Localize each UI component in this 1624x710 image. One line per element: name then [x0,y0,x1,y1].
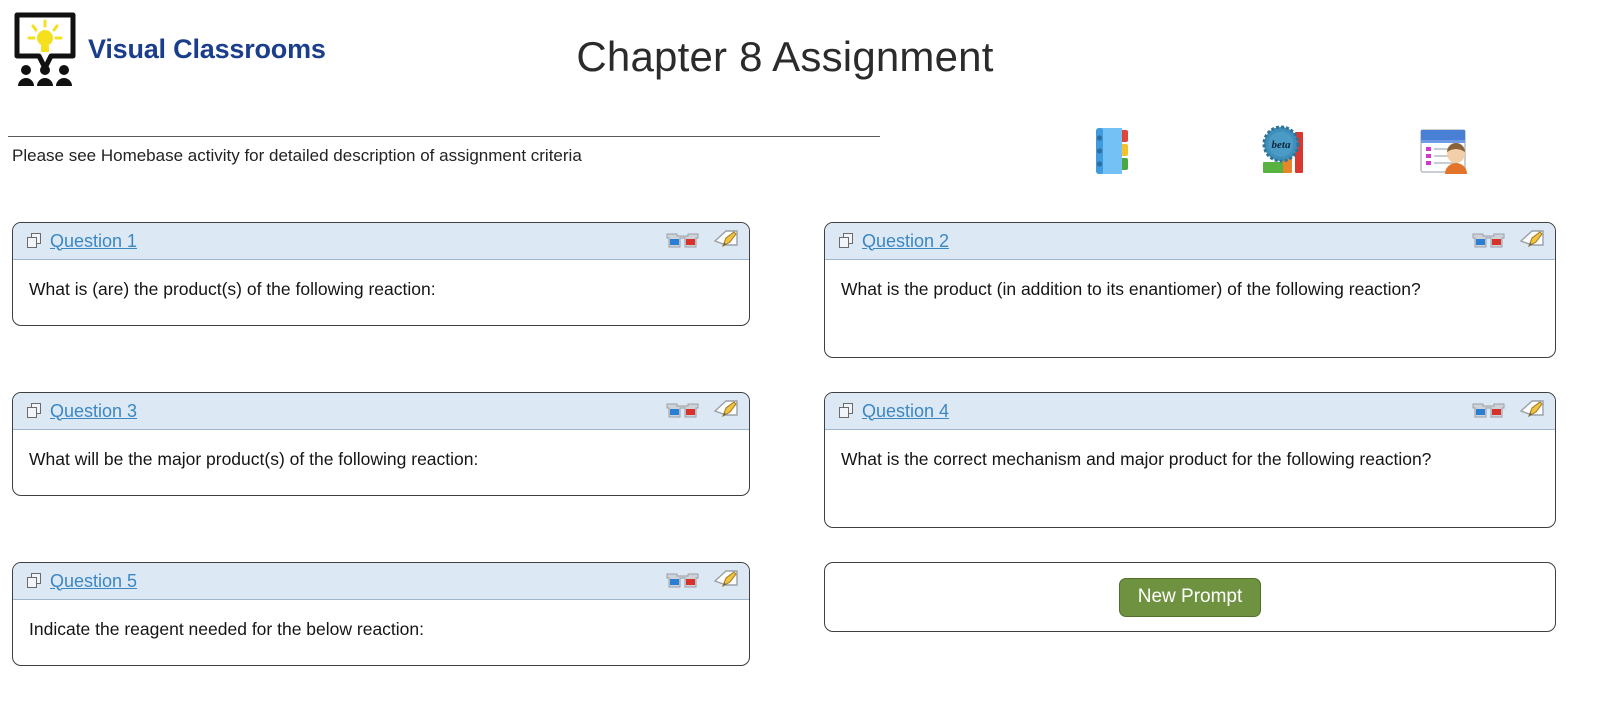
3d-glasses-icon[interactable] [666,231,699,251]
pencil-edit-icon[interactable] [1519,399,1545,423]
new-prompt-panel: New Prompt [824,562,1556,632]
assignment-subtitle: Please see Homebase activity for detaile… [12,146,582,165]
roster-person-icon[interactable] [1415,122,1475,184]
page-header: Visual Classrooms Chapter 8 Assignment [0,0,1624,120]
question-card-header: Question 3 [13,393,749,430]
question-card-actions [666,563,739,599]
question-text: What is the product (in addition to its … [841,279,1421,299]
page-title: Chapter 8 Assignment [576,33,994,80]
question-link[interactable]: Question 2 [862,231,949,252]
question-card-actions [1472,223,1545,259]
copy-icon[interactable] [839,233,854,249]
question-text: What is the correct mechanism and major … [841,449,1432,469]
question-card-header: Question 4 [825,393,1555,430]
question-card-header: Question 2 [825,223,1555,260]
pencil-edit-icon[interactable] [713,229,739,253]
copy-icon[interactable] [839,403,854,419]
question-link[interactable]: Question 3 [50,401,137,422]
header-divider [8,136,880,137]
question-card-header: Question 5 [13,563,749,600]
pencil-edit-icon[interactable] [1519,229,1545,253]
question-text: What is (are) the product(s) of the foll… [29,279,436,299]
question-text: Indicate the reagent needed for the belo… [29,619,424,639]
question-link[interactable]: Question 4 [862,401,949,422]
question-card-actions [666,393,739,429]
question-card[interactable]: Question 5 Indicate the reagent needed f… [12,562,750,666]
notebook-tabs-icon[interactable] [1088,122,1148,184]
question-card-header: Question 1 [13,223,749,260]
beta-chart-badge-icon[interactable]: beta [1255,122,1315,184]
pencil-edit-icon[interactable] [713,569,739,593]
question-card[interactable]: Question 2 What is the product (in addit… [824,222,1556,358]
toolbar: beta [1080,122,1550,192]
question-link[interactable]: Question 5 [50,571,137,592]
pencil-edit-icon[interactable] [713,399,739,423]
question-card[interactable]: Question 3 What will be the major produc… [12,392,750,496]
question-link[interactable]: Question 1 [50,231,137,252]
svg-text:beta: beta [1272,139,1291,151]
copy-icon[interactable] [27,233,42,249]
question-text: What will be the major product(s) of the… [29,449,479,469]
question-card-actions [666,223,739,259]
new-prompt-button[interactable]: New Prompt [1118,577,1262,617]
question-card[interactable]: Question 1 What is (are) the product(s) … [12,222,750,326]
3d-glasses-icon[interactable] [666,571,699,591]
question-card-actions [1472,393,1545,429]
copy-icon[interactable] [27,573,42,589]
3d-glasses-icon[interactable] [1472,231,1505,251]
question-card[interactable]: Question 4 What is the correct mechanism… [824,392,1556,528]
3d-glasses-icon[interactable] [666,401,699,421]
3d-glasses-icon[interactable] [1472,401,1505,421]
copy-icon[interactable] [27,403,42,419]
